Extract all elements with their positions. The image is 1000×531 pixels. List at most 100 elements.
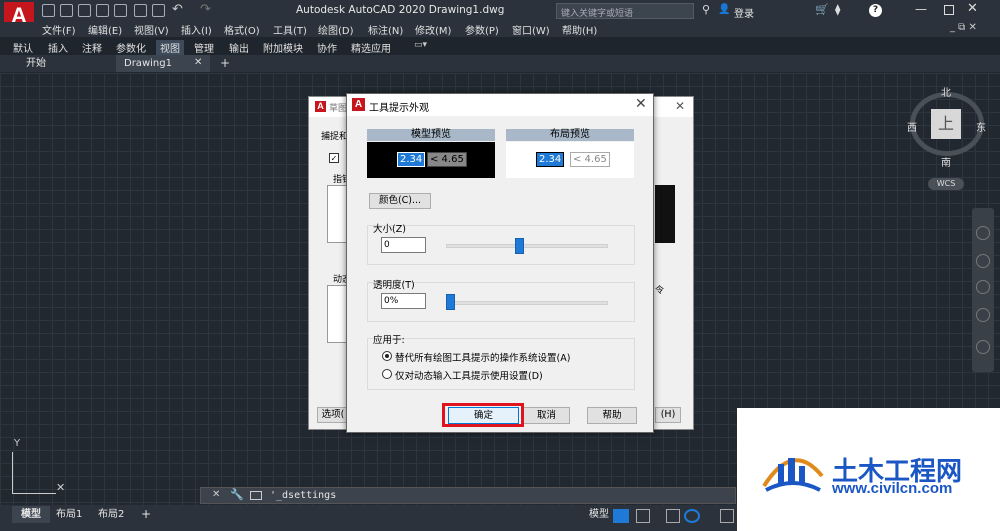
command-prompt-icon[interactable] — [250, 491, 262, 500]
menu-format[interactable]: 格式(O) — [224, 22, 260, 37]
dialog-close-icon[interactable]: ✕ — [635, 96, 647, 112]
help-icon[interactable]: ? — [869, 4, 882, 17]
redo-icon[interactable]: ↷ — [200, 2, 211, 17]
compass-south[interactable]: 南 — [941, 154, 951, 169]
menu-insert[interactable]: 插入(I) — [181, 22, 212, 37]
menu-window[interactable]: 窗口(W) — [512, 22, 550, 37]
tab-start[interactable]: 开始 — [18, 55, 114, 72]
drafting-close-icon[interactable]: ✕ — [675, 99, 685, 113]
model-preview-header: 模型预览 — [367, 129, 495, 141]
menu-modify[interactable]: 修改(M) — [415, 22, 451, 37]
close-icon[interactable]: ✕ — [967, 1, 978, 16]
drafting-help-button[interactable]: (H) — [655, 407, 681, 423]
tab-collaborate[interactable]: 协作 — [317, 40, 337, 55]
size-slider-track[interactable] — [446, 244, 608, 248]
new-icon[interactable] — [42, 4, 55, 17]
zoom-icon[interactable] — [976, 280, 990, 294]
osnap-icon[interactable] — [720, 509, 734, 523]
menu-help[interactable]: 帮助(H) — [562, 22, 597, 37]
undo-icon[interactable]: ↶ — [172, 2, 183, 17]
maximize-icon[interactable] — [944, 5, 954, 15]
save-as-icon[interactable] — [96, 4, 109, 17]
compass-east[interactable]: 东 — [976, 119, 986, 134]
doc-window-controls[interactable]: _ ⧉ ✕ — [950, 22, 977, 33]
drafting-options-button[interactable]: 选项( — [317, 407, 349, 423]
tab-insert[interactable]: 插入 — [48, 40, 68, 55]
orbit-icon[interactable] — [976, 308, 990, 322]
print-icon[interactable] — [152, 4, 165, 17]
minimize-icon[interactable]: — — [915, 2, 927, 16]
tab-annotate[interactable]: 注释 — [82, 40, 102, 55]
open-icon[interactable] — [60, 4, 73, 17]
pan-icon[interactable] — [976, 254, 990, 268]
size-input[interactable]: 0 — [381, 237, 426, 253]
login-link[interactable]: 登录 — [734, 5, 754, 20]
showmotion-icon[interactable] — [976, 340, 990, 354]
compass-north[interactable]: 北 — [941, 84, 951, 99]
viewcube-face-top[interactable]: 上 — [931, 109, 961, 139]
add-tab-button[interactable]: + — [220, 56, 230, 70]
color-button[interactable]: 颜色(C)... — [369, 193, 431, 209]
help-button[interactable]: 帮助 — [587, 407, 637, 424]
app-title: Autodesk AutoCAD 2020 Drawing1.dwg — [296, 4, 505, 16]
size-label: 大小(Z) — [373, 224, 406, 235]
web-mobile-icon[interactable] — [114, 4, 127, 17]
apply-to-label: 应用于: — [373, 335, 405, 346]
model-space-toggle[interactable]: 模型 — [589, 506, 609, 523]
command-text[interactable]: '_dsettings — [270, 490, 336, 501]
apply-os-radio[interactable] — [382, 351, 392, 361]
ribbon-toggle-icon[interactable]: ▭▾ — [414, 40, 427, 50]
tab-parametric[interactable]: 参数化 — [116, 40, 146, 55]
polar-icon[interactable] — [684, 509, 700, 523]
tab-close-icon[interactable]: ✕ — [194, 57, 202, 68]
menu-file[interactable]: 文件(F) — [42, 22, 76, 37]
menu-parametric[interactable]: 参数(P) — [465, 22, 499, 37]
drafting-app-icon: A — [315, 101, 326, 112]
command-customize-icon[interactable]: 🔧 — [230, 488, 244, 501]
menu-view[interactable]: 视图(V) — [134, 22, 169, 37]
menu-tools[interactable]: 工具(T) — [273, 22, 307, 37]
watermark-url: www.civilcn.com — [832, 480, 953, 497]
search-input[interactable]: 键入关键字或短语 — [556, 3, 694, 19]
layout-preview-value2: < 4.65 — [570, 152, 610, 167]
wcs-menu[interactable]: WCS — [928, 178, 964, 190]
tab-model[interactable]: 模型 — [12, 506, 50, 523]
drafting-checkbox[interactable]: ✓ — [329, 153, 339, 163]
binoculars-icon[interactable]: ⚲ — [702, 3, 710, 16]
menu-draw[interactable]: 绘图(D) — [318, 22, 354, 37]
plot-icon[interactable] — [134, 4, 147, 17]
compass-west[interactable]: 西 — [907, 119, 917, 134]
ortho-icon[interactable] — [666, 509, 680, 523]
tab-manage[interactable]: 管理 — [194, 40, 214, 55]
save-icon[interactable] — [78, 4, 91, 17]
command-close-icon[interactable]: ✕ — [212, 489, 220, 500]
share-icon[interactable]: ⧫ — [835, 3, 840, 16]
size-slider-thumb[interactable] — [514, 238, 524, 254]
cancel-button[interactable]: 取消 — [523, 407, 570, 424]
steering-wheel-icon[interactable] — [976, 226, 990, 240]
layout-preview-header: 布局预览 — [506, 129, 634, 141]
apply-os-label[interactable]: 替代所有绘图工具提示的操作系统设置(A) — [395, 350, 570, 364]
grid-icon[interactable] — [613, 509, 629, 523]
tooltip-appearance-dialog: A 工具提示外观 ✕ 模型预览 2.34 < 4.65 布局预览 2.34 < … — [346, 93, 654, 433]
cart-icon[interactable]: 🛒 — [815, 3, 829, 16]
transparency-label: 透明度(T) — [373, 280, 415, 291]
menu-dimension[interactable]: 标注(N) — [368, 22, 403, 37]
tab-view[interactable]: 视图 — [156, 40, 184, 55]
snap-icon[interactable] — [636, 509, 650, 523]
transparency-input[interactable]: 0% — [381, 293, 426, 309]
transparency-slider-thumb[interactable] — [446, 294, 455, 310]
drafting-snap-tab[interactable]: 捕捉和 — [321, 129, 348, 142]
transparency-slider-track[interactable] — [446, 301, 608, 305]
tab-addins[interactable]: 附加模块 — [263, 40, 303, 55]
add-layout-button[interactable]: + — [141, 506, 151, 523]
apply-dynamic-label[interactable]: 仅对动态输入工具提示使用设置(D) — [395, 368, 543, 382]
tab-layout2[interactable]: 布局2 — [98, 506, 124, 523]
tab-default[interactable]: 默认 — [13, 40, 33, 55]
menu-edit[interactable]: 编辑(E) — [88, 22, 122, 37]
tab-layout1[interactable]: 布局1 — [56, 506, 82, 523]
tab-featured-apps[interactable]: 精选应用 — [351, 40, 391, 55]
apply-dynamic-radio[interactable] — [382, 369, 392, 379]
tab-output[interactable]: 输出 — [229, 40, 249, 55]
model-preview-value1: 2.34 — [397, 152, 426, 167]
